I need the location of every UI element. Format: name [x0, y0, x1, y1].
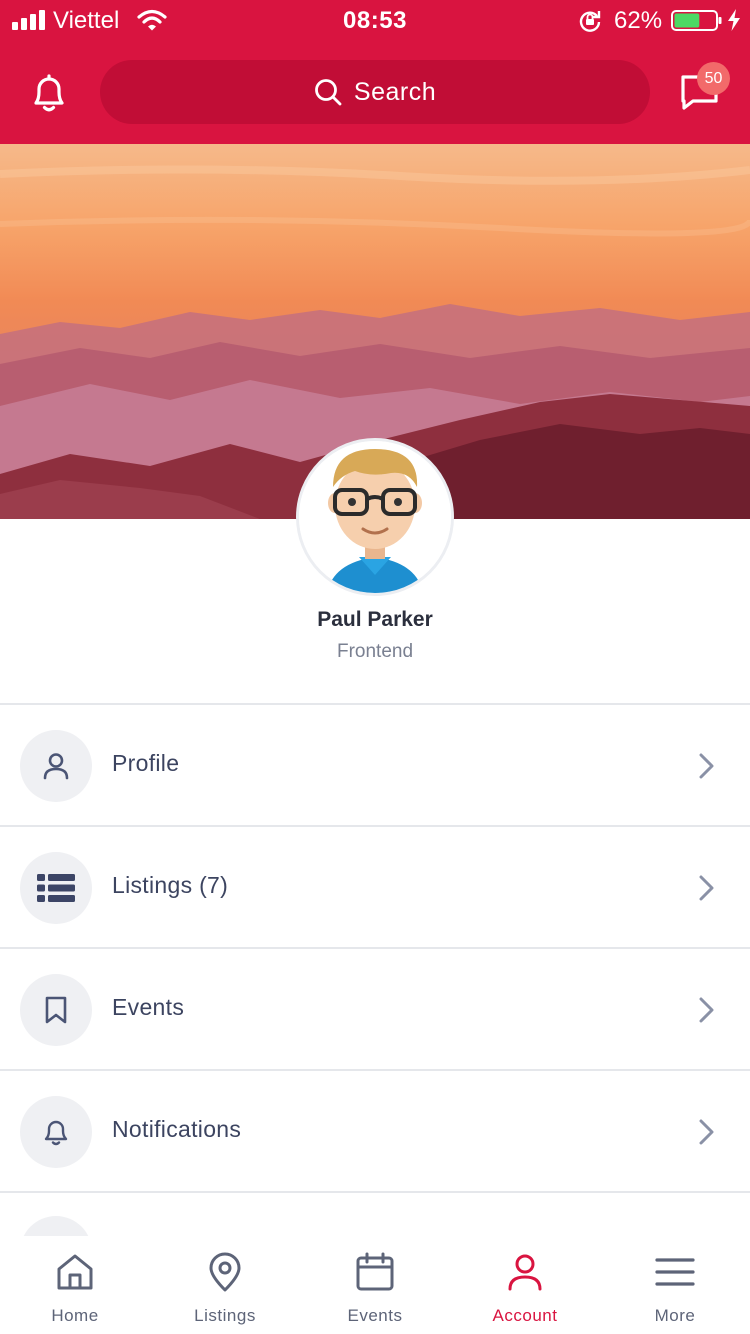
menu-item-notifications[interactable]: Notifications — [0, 1071, 750, 1193]
chevron-right-icon — [699, 753, 714, 779]
chevron-right-icon — [699, 875, 714, 901]
home-icon — [57, 1254, 93, 1290]
menu-icon — [655, 1258, 695, 1286]
search-icon — [314, 79, 342, 106]
tab-label: Home — [51, 1306, 99, 1325]
tab-more[interactable]: More — [600, 1236, 750, 1334]
menu-item-label: Notifications — [112, 1116, 242, 1142]
search-bar[interactable]: Search — [100, 60, 650, 124]
user-icon — [20, 730, 92, 802]
notifications-bell-button[interactable] — [26, 70, 72, 116]
chevron-right-icon — [699, 997, 714, 1023]
user-name: Paul Parker — [317, 608, 433, 631]
tab-events[interactable]: Events — [300, 1236, 450, 1334]
menu-item-label: Listings (7) — [112, 872, 229, 898]
tab-label: Account — [492, 1306, 558, 1325]
map-pin-icon — [209, 1252, 241, 1292]
status-bar: Viettel 08:53 62% — [0, 0, 750, 42]
rotation-lock-icon — [579, 11, 601, 32]
chevron-right-icon — [699, 1119, 714, 1145]
menu-item-profile[interactable]: Profile — [0, 705, 750, 827]
user-role: Frontend — [336, 641, 414, 662]
bell-icon — [20, 1096, 92, 1168]
search-placeholder: Search — [353, 77, 437, 106]
charging-icon — [728, 9, 740, 31]
tab-label: More — [654, 1306, 696, 1325]
tab-label: Events — [347, 1306, 403, 1325]
tab-listings[interactable]: Listings — [150, 1236, 300, 1334]
user-icon — [508, 1254, 542, 1291]
tab-home[interactable]: Home — [0, 1236, 150, 1334]
menu-item-events[interactable]: Events — [0, 949, 750, 1071]
app-header: Viettel 08:53 62% Search 50 — [0, 0, 750, 144]
menu-item-label: Profile — [112, 750, 180, 776]
battery-icon — [671, 10, 722, 31]
list-icon — [20, 852, 92, 924]
bottom-tab-bar: Home Listings Events Account More — [0, 1236, 750, 1334]
messages-badge: 50 — [697, 62, 730, 95]
account-menu: Profile Listings (7) Events Notification… — [0, 703, 750, 1193]
bookmark-icon — [20, 974, 92, 1046]
menu-item-listings[interactable]: Listings (7) — [0, 827, 750, 949]
tab-label: Listings — [194, 1306, 256, 1325]
battery-percent: 62% — [614, 7, 663, 34]
calendar-icon — [356, 1252, 394, 1291]
avatar[interactable] — [296, 438, 454, 596]
menu-item-label: Events — [112, 994, 185, 1020]
tab-account[interactable]: Account — [450, 1236, 600, 1334]
